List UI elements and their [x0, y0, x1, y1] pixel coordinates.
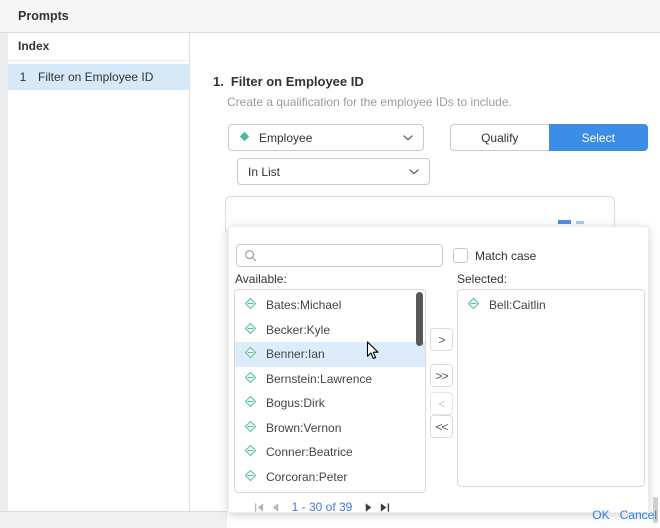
transfer-button-glyph: >	[438, 333, 444, 347]
transfer-button-glyph: <<	[436, 420, 448, 434]
prompt-heading: 1. Filter on Employee ID	[213, 74, 364, 89]
transfer-button-glyph: <	[438, 397, 444, 411]
list-item[interactable]: Brown:Vernon	[235, 416, 425, 441]
pagination-prev-icon[interactable]	[270, 502, 281, 513]
list-item-label: Bogus:Dirk	[266, 396, 325, 410]
list-item[interactable]: Benner:Ian	[235, 342, 425, 367]
transfer-button[interactable]: >>	[430, 364, 453, 387]
element-diamond-icon	[244, 346, 257, 362]
selected-list: Bell:Caitlin	[457, 289, 645, 487]
pagination: 1 - 30 of 39	[229, 499, 415, 515]
element-diamond-icon	[244, 371, 257, 387]
element-diamond-icon	[244, 322, 257, 338]
attribute-dropdown[interactable]: Employee	[228, 124, 424, 151]
element-diamond-icon	[244, 395, 257, 411]
pagination-next-icon[interactable]	[363, 502, 374, 513]
transfer-button[interactable]: >	[430, 328, 453, 351]
element-diamond-icon	[244, 297, 257, 313]
left-edge-strip	[0, 33, 8, 511]
qualify-button[interactable]: Qualify	[450, 124, 549, 151]
transfer-buttons: > >> < <<	[430, 328, 453, 438]
selected-label: Selected:	[457, 272, 507, 286]
page-title: Prompts	[0, 9, 69, 23]
bottom-strip	[0, 511, 227, 528]
transfer-button[interactable]: <<	[430, 415, 453, 438]
list-item-label: Becker:Kyle	[266, 323, 330, 337]
prompt-number: 1.	[213, 74, 224, 89]
topbar: Prompts	[0, 0, 660, 33]
list-item[interactable]: Bogus:Dirk	[235, 391, 425, 416]
edit-link-partial[interactable]	[558, 220, 571, 224]
list-item-label: Bernstein:Lawrence	[266, 372, 372, 386]
sidebar-header: Index	[8, 33, 189, 61]
transfer-button-glyph: >>	[436, 369, 448, 383]
prompt-description: Create a qualification for the employee …	[227, 95, 512, 109]
list-item-label: Corcoran:Peter	[266, 470, 347, 484]
search-icon	[244, 249, 257, 262]
element-diamond-icon	[244, 444, 257, 460]
prompt-editor-screen: Prompts Index 1 Filter on Employee ID 1.…	[0, 0, 660, 528]
list-item[interactable]: Bell:Caitlin	[458, 293, 644, 318]
list-item-label: Conner:Beatrice	[266, 445, 353, 459]
available-list: Bates:Michael Becker:Kyle Benner:Ian	[234, 289, 426, 493]
sidebar-item-label: Filter on Employee ID	[38, 70, 153, 84]
element-picker-dialog: Match case Available: Selected: Bates:Mi…	[228, 226, 649, 513]
qualify-select-toggle: Qualify Select	[450, 124, 648, 151]
pagination-first-icon[interactable]	[254, 502, 265, 513]
match-case-label: Match case	[475, 249, 536, 263]
attribute-diamond-icon	[239, 131, 250, 145]
list-item[interactable]: Conner:Beatrice	[235, 440, 425, 465]
element-diamond-icon	[244, 420, 257, 436]
sidebar-item-filter-on-employee-id[interactable]: 1 Filter on Employee ID	[8, 64, 189, 90]
match-case-checkbox[interactable]	[453, 248, 468, 263]
list-item[interactable]: Bates:Michael	[235, 293, 425, 318]
pagination-last-icon[interactable]	[379, 502, 390, 513]
operator-dropdown-value: In List	[248, 165, 280, 179]
cancel-button[interactable]: Cancel	[620, 508, 657, 522]
search-input[interactable]	[262, 244, 442, 267]
search-box	[236, 244, 443, 267]
attribute-dropdown-value: Employee	[259, 131, 312, 145]
list-item-label: Bates:Michael	[266, 298, 341, 312]
list-item-label: Benner:Ian	[266, 347, 325, 361]
chevron-down-icon	[409, 169, 419, 175]
list-item-label: Brown:Vernon	[266, 421, 341, 435]
list-item-label: Bell:Caitlin	[489, 298, 546, 312]
chevron-down-icon	[403, 135, 413, 141]
available-label: Available:	[235, 272, 287, 286]
select-button[interactable]: Select	[549, 124, 649, 151]
ok-button[interactable]: OK	[592, 508, 609, 522]
element-diamond-icon	[244, 469, 257, 485]
list-item[interactable]: Corcoran:Peter	[235, 465, 425, 490]
sidebar-item-number: 1	[16, 70, 30, 84]
pagination-range-text: 1 - 30 of 39	[292, 500, 353, 514]
prompts-index-sidebar: Index 1 Filter on Employee ID	[8, 33, 190, 511]
list-item[interactable]: Bernstein:Lawrence	[235, 367, 425, 392]
list-item[interactable]: Becker:Kyle	[235, 318, 425, 343]
prompt-title: Filter on Employee ID	[231, 74, 364, 89]
element-diamond-icon	[467, 297, 480, 313]
footer-actions: OK Cancel	[592, 508, 657, 522]
operator-dropdown[interactable]: In List	[237, 158, 430, 185]
transfer-button[interactable]: <	[430, 392, 453, 415]
list-scrollbar-thumb[interactable]	[416, 292, 423, 346]
edit-link-partial-2[interactable]	[576, 221, 584, 224]
